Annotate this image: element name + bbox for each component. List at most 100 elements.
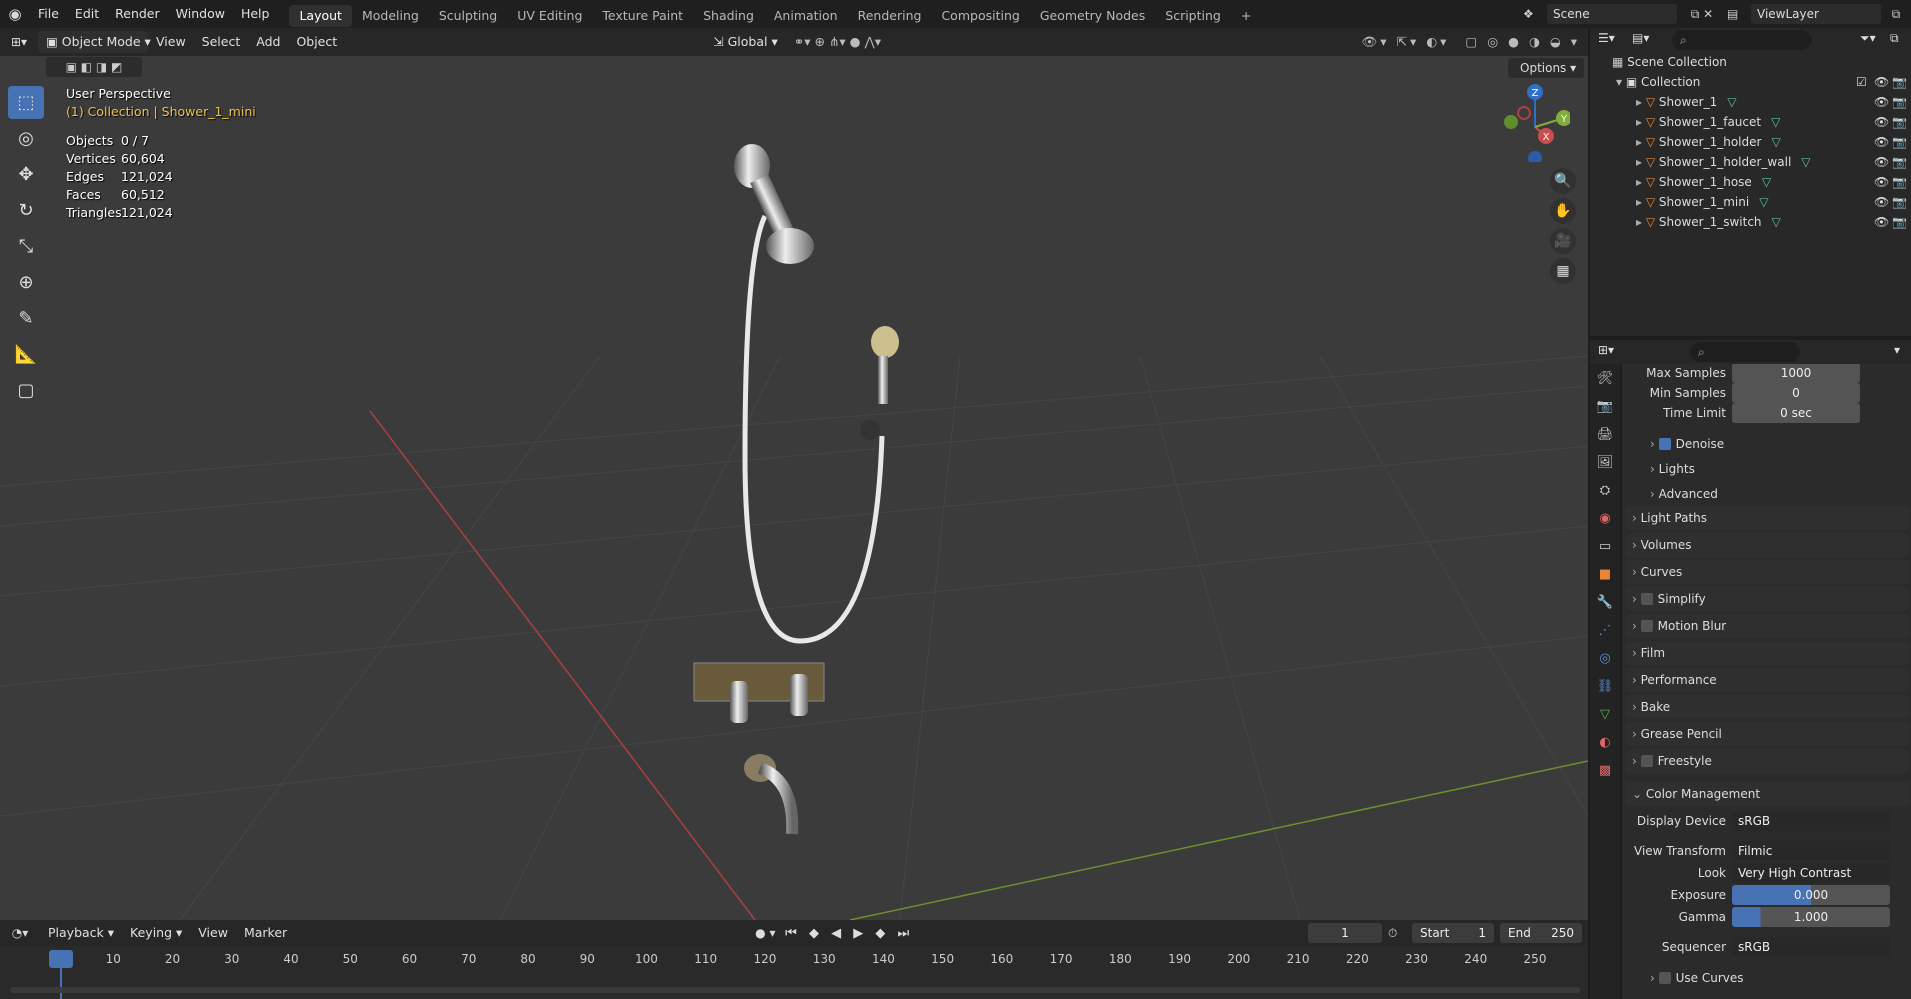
tab-animation[interactable]: Animation [764, 5, 848, 27]
scene-collection-row[interactable]: ▦ Scene Collection [1590, 52, 1911, 72]
options-dropdown[interactable]: Options ▾ [1508, 58, 1584, 78]
menu-view[interactable]: View [148, 31, 194, 53]
output-tab-icon[interactable]: 🖨 [1590, 420, 1620, 448]
playback-controls[interactable]: ⏮ ◆ ◀ ▶ ◆ ⏭ [785, 926, 915, 941]
collection-tab-icon[interactable]: ▭ [1590, 532, 1620, 560]
current-frame-field[interactable]: 1 [1308, 923, 1382, 943]
panel-header[interactable]: › Performance [1626, 668, 1909, 692]
annotate-tool-icon[interactable]: ✎ [8, 302, 44, 335]
camera-icon[interactable]: 📷 [1892, 192, 1907, 212]
color-management-panel[interactable]: ⌄ Color Management [1626, 782, 1909, 806]
panel-header[interactable]: › Light Paths [1626, 506, 1909, 530]
camera-view-icon[interactable]: 🎥 [1550, 228, 1576, 254]
outliner-item[interactable]: ▸ ▽ Shower_1_hose ▽ 👁 📷 [1590, 172, 1911, 192]
add-cube-tool-icon[interactable]: ▢ [8, 374, 44, 407]
chevron-right-icon[interactable]: ▸ [1636, 115, 1646, 129]
eye-icon[interactable]: 👁 [1874, 212, 1889, 232]
scene-options-icon[interactable]: ⧉ ✕ [1677, 7, 1727, 22]
panel-header[interactable]: › Grease Pencil [1626, 722, 1909, 746]
camera-icon[interactable]: 📷 [1892, 172, 1907, 192]
tab-layout[interactable]: Layout [289, 4, 352, 27]
min-samples-field[interactable]: 0 [1732, 383, 1860, 403]
panel-header[interactable]: › Volumes [1626, 533, 1909, 557]
world-tab-icon[interactable]: ◉ [1590, 504, 1620, 532]
tool-tab-icon[interactable]: 🛠 [1590, 364, 1620, 392]
outliner-item[interactable]: ▸ ▽ Shower_1_faucet ▽ 👁 📷 [1590, 112, 1911, 132]
playhead[interactable] [49, 950, 73, 968]
properties-editor-icon[interactable]: ⊞▾ [1598, 343, 1614, 357]
gamma-slider[interactable]: 1.000 [1732, 907, 1890, 927]
eye-icon[interactable]: 👁 [1874, 112, 1889, 132]
eye-icon[interactable]: 👁 [1874, 132, 1889, 152]
viewport-overlay-icons[interactable]: 👁▾ ⇱▾ ◐▾ [1353, 31, 1457, 53]
menu-timeline-view[interactable]: View [190, 922, 236, 944]
outliner-editor-icon[interactable]: ☰▾ [1598, 31, 1615, 45]
max-samples-field[interactable]: 1000 [1732, 364, 1860, 383]
chevron-right-icon[interactable]: ▸ [1636, 215, 1646, 229]
tab-scripting[interactable]: Scripting [1155, 5, 1231, 27]
outliner-item[interactable]: ▸ ▽ Shower_1_holder ▽ 👁 📷 [1590, 132, 1911, 152]
start-frame-field[interactable]: Start 1 [1412, 923, 1494, 943]
record-icon[interactable]: ● ▾ [755, 926, 785, 940]
shower-model[interactable] [693, 144, 899, 835]
rotate-tool-icon[interactable]: ↻ [8, 194, 44, 227]
panel-header[interactable]: › Freestyle [1626, 749, 1909, 773]
outliner-item[interactable]: ▸ ▽ Shower_1_switch ▽ 👁 📷 [1590, 212, 1911, 232]
material-tab-icon[interactable]: ◐ [1590, 728, 1620, 756]
lights-row[interactable]: › Lights [1622, 458, 1911, 480]
physics-tab-icon[interactable]: ◎ [1590, 644, 1620, 672]
menu-render[interactable]: Render [107, 0, 168, 28]
pan-hand-icon[interactable]: ✋ [1550, 198, 1576, 224]
stopwatch-icon[interactable]: ⏱ [1388, 923, 1408, 943]
tab-modeling[interactable]: Modeling [352, 5, 429, 27]
scene-icon[interactable]: ❖ [1523, 7, 1547, 21]
shading-mode-icons[interactable]: ▢ ◎ ● ◑ ◒ ▾ [1457, 31, 1588, 53]
data-tab-icon[interactable]: ▽ [1590, 700, 1620, 728]
denoise-checkbox[interactable] [1658, 438, 1671, 450]
chevron-right-icon[interactable]: ▸ [1636, 175, 1646, 189]
chevron-right-icon[interactable]: ▸ [1636, 195, 1646, 209]
exposure-slider[interactable]: 0.000 [1732, 885, 1890, 905]
collection-row[interactable]: ▾ ▣ Collection ☑ 👁 📷 [1590, 72, 1911, 92]
tab-rendering[interactable]: Rendering [848, 5, 932, 27]
object-tab-icon[interactable]: ■ [1590, 560, 1620, 588]
eye-icon[interactable]: 👁 [1874, 92, 1889, 112]
tab-texture-paint[interactable]: Texture Paint [592, 5, 693, 27]
tab-compositing[interactable]: Compositing [931, 5, 1029, 27]
panel-header[interactable]: › Curves [1626, 560, 1909, 584]
camera-icon[interactable]: 📷 [1892, 132, 1907, 152]
tab-sculpting[interactable]: Sculpting [429, 5, 507, 27]
panel-header[interactable]: › Motion Blur [1626, 614, 1909, 638]
measure-tool-icon[interactable]: 📐 [8, 338, 44, 371]
menu-select[interactable]: Select [194, 31, 249, 53]
panel-checkbox[interactable] [1640, 593, 1653, 605]
display-device-dropdown[interactable]: sRGB [1732, 811, 1890, 831]
scale-tool-icon[interactable]: ⤡ [8, 230, 44, 263]
chevron-right-icon[interactable]: ▸ [1636, 135, 1646, 149]
scene-selector[interactable]: Scene [1547, 4, 1677, 24]
view-layer-tab-icon[interactable]: 🖼 [1590, 448, 1620, 476]
end-frame-field[interactable]: End 250 [1500, 923, 1582, 943]
filter-icon[interactable]: ⏷▾ [1860, 31, 1876, 46]
render-tab-icon[interactable]: 📷 [1590, 392, 1620, 420]
panel-header[interactable]: › Bake [1626, 695, 1909, 719]
add-workspace-button[interactable]: + [1231, 5, 1261, 27]
select-mode-icons[interactable]: ▣ ◧ ◨ ◩ [46, 57, 142, 77]
transform-orientation-dropdown[interactable]: ⇲ Global ▾ [705, 31, 786, 53]
panel-header[interactable]: › Simplify [1626, 587, 1909, 611]
cursor-tool-icon[interactable]: ◎ [8, 122, 44, 155]
particles-tab-icon[interactable]: ⋰ [1590, 616, 1620, 644]
camera-icon[interactable]: 📷 [1892, 92, 1907, 112]
eye-icon[interactable]: 👁 [1874, 172, 1889, 192]
tab-uv-editing[interactable]: UV Editing [507, 5, 592, 27]
transform-tool-icon[interactable]: ⊕ [8, 266, 44, 299]
outliner-item[interactable]: ▸ ▽ Shower_1_mini ▽ 👁 📷 [1590, 192, 1911, 212]
pivot-snap-icons[interactable]: ⚭▾ ⊕ ⋔▾ ● ⋀▾ [786, 31, 889, 53]
menu-window[interactable]: Window [168, 0, 233, 28]
new-collection-icon[interactable]: ⧉ [1890, 31, 1899, 46]
outliner-search-input[interactable]: ⌕ [1672, 30, 1812, 50]
ortho-grid-icon[interactable]: ▦ [1550, 258, 1576, 284]
navigation-gizmo[interactable]: Z X Y [1490, 82, 1570, 162]
menu-help[interactable]: Help [233, 0, 278, 28]
modifier-tab-icon[interactable]: 🔧 [1590, 588, 1620, 616]
